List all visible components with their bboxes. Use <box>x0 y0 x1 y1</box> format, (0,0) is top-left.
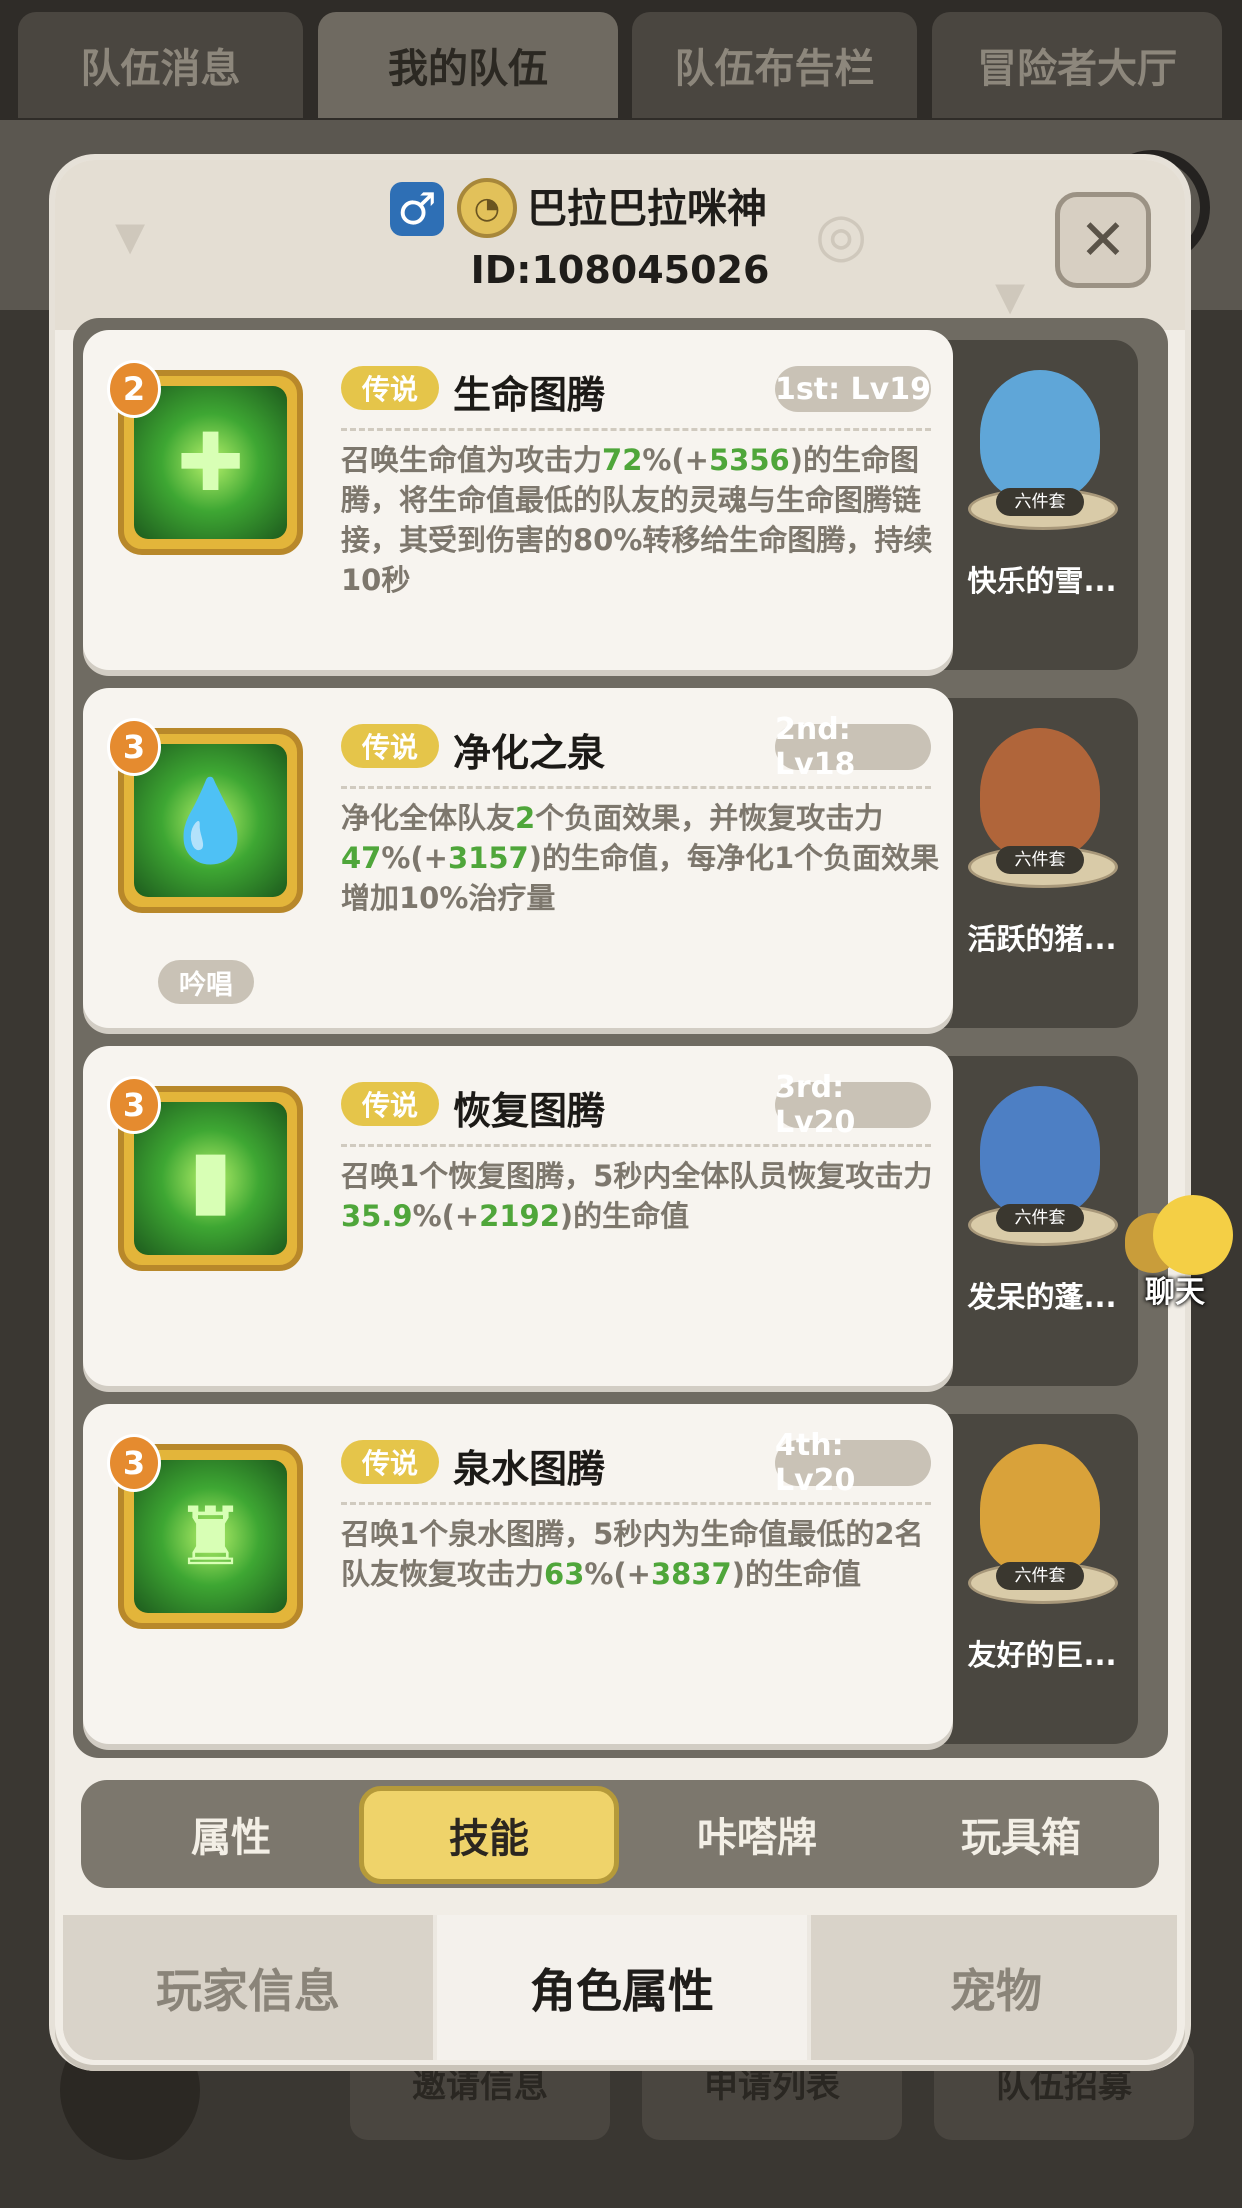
skill-level-badge: 2 <box>107 360 161 418</box>
set-label: 六件套 <box>996 1562 1084 1590</box>
rarity-badge: 传说 <box>341 724 439 768</box>
panel-header: ▾ ◎ ▾ ♂ ◔ 巴拉巴拉咪神 ID:108045026 ✕ <box>55 160 1185 330</box>
skill-rank: 4th: Lv20 <box>775 1428 931 1498</box>
skill-rank: 3rd: Lv20 <box>775 1070 931 1140</box>
bg-tab-my-team[interactable]: 我的队伍 <box>318 12 618 118</box>
chat-label: 聊天 <box>1145 1275 1205 1310</box>
fountain-totem-icon: ♜ <box>134 1460 287 1613</box>
companion-slot[interactable]: 六件套 发呆的蓬... <box>938 1056 1138 1386</box>
companion-slot[interactable]: 六件套 活跃的猪... <box>938 698 1138 1028</box>
chant-tag: 吟唱 <box>158 960 254 1004</box>
skill-description: 召唤1个恢复图腾，5秒内全体队员恢复攻击力35.9%(+2192)的生命值 <box>341 1159 933 1233</box>
skill-level-badge: 3 <box>107 718 161 776</box>
skill-name: 泉水图腾 <box>453 1447 606 1491</box>
set-label: 六件套 <box>996 488 1084 516</box>
droplet-icon: 💧 <box>134 744 287 897</box>
divider <box>341 428 931 431</box>
chat-button[interactable]: 聊天 <box>1125 1195 1235 1310</box>
skill-card[interactable]: ▮ 3 传说 恢复图腾 3rd: Lv20 召唤1个恢复图腾，5秒内全体队员恢复… <box>83 1046 953 1386</box>
tab-pets[interactable]: 宠物 <box>807 1915 1177 2060</box>
companion-name: 发呆的蓬... <box>967 1280 1117 1314</box>
subtab-toybox[interactable]: 玩具箱 <box>891 1784 1151 1884</box>
male-icon: ♂ <box>390 182 444 236</box>
main-tab-bar: 玩家信息 角色属性 宠物 <box>63 1915 1177 2060</box>
skill-level-badge: 3 <box>107 1076 161 1134</box>
background-tab-bar: 队伍消息 我的队伍 队伍布告栏 冒险者大厅 <box>0 0 1242 120</box>
set-label: 六件套 <box>996 846 1084 874</box>
skill-description: 净化全体队友2个负面效果，并恢复攻击力47%(+3157)的生命值，每净化1个负… <box>341 801 940 915</box>
skill-name: 恢复图腾 <box>453 1089 606 1133</box>
skill-name: 生命图腾 <box>453 373 606 417</box>
player-id: ID:108045026 <box>470 248 770 292</box>
skill-row[interactable]: 六件套 活跃的猪... 💧 3 传说 净化之泉 2nd: Lv18 净化全体队友… <box>83 688 1158 1028</box>
skill-row[interactable]: 六件套 友好的巨... ♜ 3 传说 泉水图腾 4th: Lv20 召唤1个泉水… <box>83 1404 1158 1744</box>
divider <box>341 786 931 789</box>
subtab-attributes[interactable]: 属性 <box>101 1784 361 1884</box>
totem-icon: ▮ <box>134 1102 287 1255</box>
skill-card[interactable]: 💧 3 传说 净化之泉 2nd: Lv18 净化全体队友2个负面效果，并恢复攻击… <box>83 688 953 1028</box>
chat-face-icon <box>1153 1195 1233 1275</box>
skill-list[interactable]: 六件套 快乐的雪... ✚ 2 传说 生命图腾 1st: Lv19 召唤生命值为… <box>73 318 1168 1758</box>
bg-tab-team-messages[interactable]: 队伍消息 <box>18 12 303 118</box>
companion-figure <box>980 370 1100 500</box>
skill-description: 召唤1个泉水图腾，5秒内为生命值最低的2名队友恢复攻击力63%(+3837)的生… <box>341 1517 924 1591</box>
bg-tab-team-board[interactable]: 队伍布告栏 <box>632 12 917 118</box>
skill-rank: 2nd: Lv18 <box>775 712 931 782</box>
subtab-skills[interactable]: 技能 <box>359 1786 619 1884</box>
skill-rank: 1st: Lv19 <box>775 366 931 412</box>
companion-figure <box>980 1444 1100 1574</box>
skill-row[interactable]: 六件套 发呆的蓬... ▮ 3 传说 恢复图腾 3rd: Lv20 召唤1个恢复… <box>83 1046 1158 1386</box>
skill-level-badge: 3 <box>107 1434 161 1492</box>
close-icon: ✕ <box>1079 207 1127 273</box>
companion-figure <box>980 1086 1100 1216</box>
rarity-badge: 传说 <box>341 1082 439 1126</box>
bg-tab-adventurer-hall[interactable]: 冒险者大厅 <box>932 12 1222 118</box>
subtab-cards[interactable]: 咔嗒牌 <box>627 1784 887 1884</box>
player-name: 巴拉巴拉咪神 <box>527 186 767 232</box>
totem-plus-icon: ✚ <box>134 386 287 539</box>
companion-name: 友好的巨... <box>967 1638 1117 1672</box>
skill-card[interactable]: ✚ 2 传说 生命图腾 1st: Lv19 召唤生命值为攻击力72%(+5356… <box>83 330 953 670</box>
skill-description: 召唤生命值为攻击力72%(+5356)的生命图腾，将生命值最低的队友的灵魂与生命… <box>341 443 933 597</box>
companion-figure <box>980 728 1100 858</box>
companion-slot[interactable]: 六件套 友好的巨... <box>938 1414 1138 1744</box>
companion-name: 活跃的猪... <box>967 922 1117 956</box>
avatar[interactable]: ◔ <box>457 178 517 238</box>
sub-tab-bar: 属性 技能 咔嗒牌 玩具箱 <box>81 1780 1159 1888</box>
rarity-badge: 传说 <box>341 366 439 410</box>
close-button[interactable]: ✕ <box>1055 192 1151 288</box>
skill-card[interactable]: ♜ 3 传说 泉水图腾 4th: Lv20 召唤1个泉水图腾，5秒内为生命值最低… <box>83 1404 953 1744</box>
skill-row[interactable]: 六件套 快乐的雪... ✚ 2 传说 生命图腾 1st: Lv19 召唤生命值为… <box>83 330 1158 670</box>
companion-name: 快乐的雪... <box>967 564 1117 598</box>
tab-character-attributes[interactable]: 角色属性 <box>433 1915 807 2060</box>
set-label: 六件套 <box>996 1204 1084 1232</box>
rarity-badge: 传说 <box>341 1440 439 1484</box>
divider <box>341 1502 931 1505</box>
companion-slot[interactable]: 六件套 快乐的雪... <box>938 340 1138 670</box>
player-detail-panel: ▾ ◎ ▾ ♂ ◔ 巴拉巴拉咪神 ID:108045026 ✕ 六件套 快乐的雪… <box>55 160 1185 2065</box>
tab-player-info[interactable]: 玩家信息 <box>63 1915 433 2060</box>
skill-name: 净化之泉 <box>453 731 606 775</box>
divider <box>341 1144 931 1147</box>
